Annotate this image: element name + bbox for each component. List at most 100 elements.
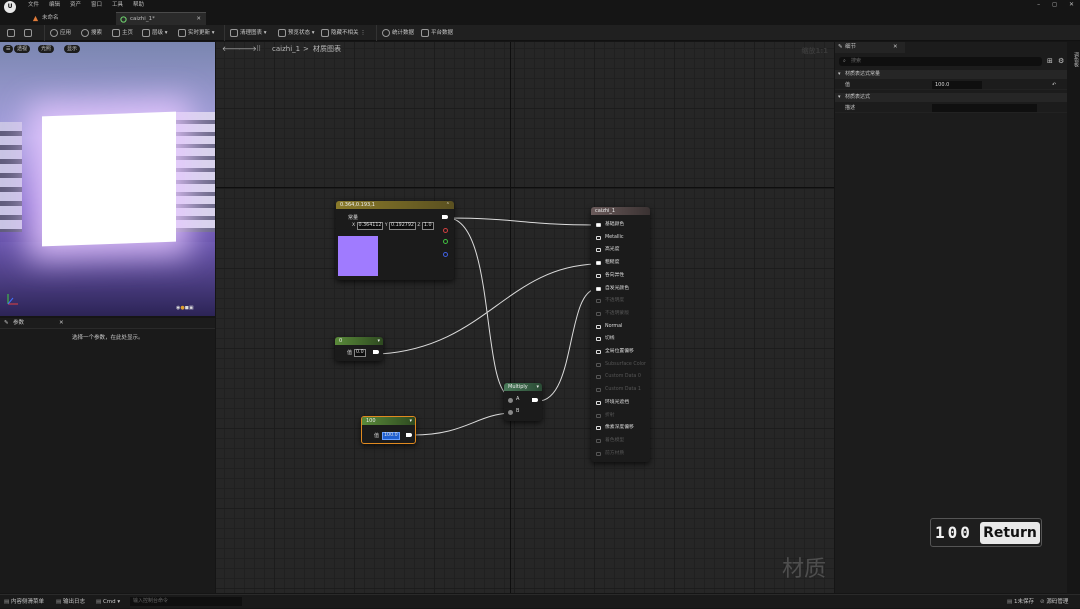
preview-state-button[interactable]: 预览状态 ▾ bbox=[278, 25, 315, 41]
cube-icon[interactable]: ▣ bbox=[189, 305, 194, 311]
viewport-lighting-button[interactable]: 光照 bbox=[38, 45, 55, 53]
input-pin-icon[interactable] bbox=[596, 248, 601, 253]
vector-x-field[interactable]: 0.364112 bbox=[356, 222, 384, 230]
tab-caizhi[interactable]: caizhi_1* ✕ bbox=[116, 12, 206, 25]
g-output-pin[interactable] bbox=[443, 239, 448, 244]
result-input-row[interactable]: 自发光颜色 bbox=[591, 283, 649, 295]
result-input-row[interactable]: 切线 bbox=[591, 333, 649, 345]
stats-button[interactable]: 统计数据 bbox=[376, 25, 414, 41]
viewport-perspective-button[interactable]: 透视 bbox=[14, 45, 31, 53]
prop-desc-field[interactable] bbox=[932, 104, 1037, 112]
result-input-row[interactable]: Custom Data 1 bbox=[591, 384, 649, 396]
live-update-button[interactable]: 实时更新 ▾ bbox=[178, 25, 215, 41]
viewport-menu-icon[interactable]: ☰ bbox=[3, 45, 14, 53]
viewport-show-button[interactable]: 显示 bbox=[64, 45, 81, 53]
result-input-row[interactable]: 不透明蒙版 bbox=[591, 308, 649, 320]
prop-value-field[interactable]: 100.0 bbox=[932, 81, 982, 89]
dropdown-icon[interactable]: ▾ bbox=[536, 383, 539, 391]
input-pin-icon[interactable] bbox=[596, 286, 601, 291]
input-pin-icon[interactable] bbox=[596, 299, 601, 304]
maximize-icon[interactable]: ◻ bbox=[1052, 1, 1057, 8]
tab-untitled[interactable]: 未命名 bbox=[28, 12, 108, 25]
result-input-row[interactable]: 基础颜色 bbox=[591, 219, 649, 231]
content-drawer-button[interactable]: ▤ 内容侧滑菜单 bbox=[4, 595, 44, 609]
dropdown-icon[interactable]: ▾ bbox=[409, 417, 412, 425]
scalar-constant-node[interactable]: 0 ▾ 值 0.0 bbox=[335, 337, 383, 361]
input-pin-icon[interactable] bbox=[596, 426, 601, 431]
input-pin-icon[interactable] bbox=[596, 438, 601, 443]
input-pin-icon[interactable] bbox=[596, 324, 601, 329]
result-input-row[interactable]: Custom Data 0 bbox=[591, 371, 649, 383]
details-search-input[interactable]: ⌕ 搜索 bbox=[839, 57, 1042, 66]
menu-help[interactable]: 帮助 bbox=[133, 0, 144, 10]
input-pin-icon[interactable] bbox=[596, 375, 601, 380]
input-pin-icon[interactable] bbox=[596, 311, 601, 316]
home-button[interactable]: 主页 bbox=[112, 25, 133, 41]
result-input-row[interactable]: Subsurface Color bbox=[591, 359, 649, 371]
input-pin-icon[interactable] bbox=[596, 413, 601, 418]
result-input-row[interactable]: Normal bbox=[591, 321, 649, 333]
input-pin-icon[interactable] bbox=[596, 337, 601, 342]
scalar-output-pin[interactable] bbox=[373, 350, 379, 354]
output-log-button[interactable]: ▤ 输出日志 bbox=[56, 595, 85, 609]
scalar-100-output-pin[interactable] bbox=[406, 433, 412, 437]
input-pin-icon[interactable] bbox=[596, 261, 601, 266]
scalar-100-value-field[interactable]: 100.0 bbox=[382, 432, 400, 440]
scalar-100-node[interactable]: 100 ▾ 值 100.0 bbox=[361, 416, 416, 444]
input-pin-icon[interactable] bbox=[596, 235, 601, 240]
vector-z-field[interactable]: 1.0 bbox=[421, 222, 434, 230]
clean-graph-button[interactable]: 清理图表 ▾ bbox=[224, 25, 267, 41]
input-pin-icon[interactable] bbox=[596, 388, 601, 393]
params-close-icon[interactable]: ✕ bbox=[59, 318, 64, 329]
result-input-row[interactable]: 不透明度 bbox=[591, 295, 649, 307]
search-button[interactable]: 搜索 bbox=[81, 25, 102, 41]
menu-edit[interactable]: 编辑 bbox=[49, 0, 60, 10]
input-pin-icon[interactable] bbox=[596, 451, 601, 456]
menu-tools[interactable]: 工具 bbox=[112, 0, 123, 10]
save-icon[interactable] bbox=[7, 25, 17, 41]
vector-output-pin[interactable] bbox=[442, 215, 448, 219]
menu-file[interactable]: 文件 bbox=[28, 0, 39, 10]
vector-y-field[interactable]: 0.192792 bbox=[389, 222, 416, 230]
r-output-pin[interactable] bbox=[443, 228, 448, 233]
source-control-button[interactable]: ⊘ 源码管理 bbox=[1040, 595, 1068, 609]
input-pin-icon[interactable] bbox=[596, 273, 601, 278]
vector-color-swatch[interactable] bbox=[338, 236, 378, 276]
result-input-row[interactable]: Metallic bbox=[591, 232, 649, 244]
result-input-row[interactable]: 折射 bbox=[591, 410, 649, 422]
result-input-row[interactable]: 前方材质 bbox=[591, 448, 649, 460]
result-input-row[interactable]: 粗糙度 bbox=[591, 257, 649, 269]
dropdown-icon[interactable]: ▾ bbox=[377, 337, 380, 345]
console-input[interactable]: 输入控制台命令 bbox=[130, 597, 242, 606]
preview-viewport[interactable]: ☰ 透视 光照 显示 bbox=[0, 42, 215, 316]
collapse-icon[interactable]: ⌃ bbox=[446, 201, 450, 209]
multiply-node[interactable]: Multiply ▾ A B bbox=[504, 383, 542, 421]
palette-side-tab[interactable]: 调色板 bbox=[1067, 42, 1080, 593]
input-pin-icon[interactable] bbox=[596, 400, 601, 405]
multiply-output-pin[interactable] bbox=[532, 398, 538, 402]
input-pin-icon[interactable] bbox=[596, 350, 601, 354]
hierarchy-button[interactable]: 层级 ▾ bbox=[142, 25, 168, 41]
reset-arrow-icon[interactable]: ↶ bbox=[1052, 80, 1056, 90]
vector-constant-node[interactable]: 0.364,0.193,1 ⌃ 常量 X 0.364112 Y 0.192792… bbox=[336, 201, 454, 280]
section-expression-constant[interactable]: ▾ 材质表达式常量 bbox=[835, 70, 1067, 79]
table-view-icon[interactable]: ⊞ bbox=[1047, 57, 1053, 65]
minimize-icon[interactable]: – bbox=[1037, 1, 1040, 8]
close-window-icon[interactable]: ✕ bbox=[1069, 1, 1074, 8]
b-output-pin[interactable] bbox=[443, 252, 448, 257]
multiply-b-pin[interactable] bbox=[508, 410, 513, 415]
menu-assets[interactable]: 资产 bbox=[70, 0, 81, 10]
result-input-row[interactable]: 像素深度偏移 bbox=[591, 422, 649, 434]
cmd-dropdown[interactable]: ▤ Cmd ▾ bbox=[96, 595, 120, 609]
multiply-a-pin[interactable] bbox=[508, 398, 513, 403]
section-expression[interactable]: ▾ 材质表达式 bbox=[835, 93, 1067, 102]
result-input-row[interactable]: 各向异性 bbox=[591, 270, 649, 282]
apply-button[interactable]: 应用 bbox=[44, 25, 71, 41]
hide-unrelated-button[interactable]: 隐藏不相关 ⋮ bbox=[321, 25, 366, 41]
details-tab[interactable]: ✎ 细节 ✕ bbox=[835, 42, 905, 53]
material-result-node[interactable]: caizhi_1 基础颜色 Metallic 高光度 粗糙度 各向异性 自发光颜色 不透明度… bbox=[591, 207, 650, 462]
unsaved-indicator[interactable]: ▤ 1未保存 bbox=[1007, 595, 1034, 609]
result-input-row[interactable]: 环境光遮挡 bbox=[591, 397, 649, 409]
settings-gear-icon[interactable]: ⚙ bbox=[1058, 57, 1064, 65]
result-input-row[interactable]: 着色模型 bbox=[591, 435, 649, 447]
